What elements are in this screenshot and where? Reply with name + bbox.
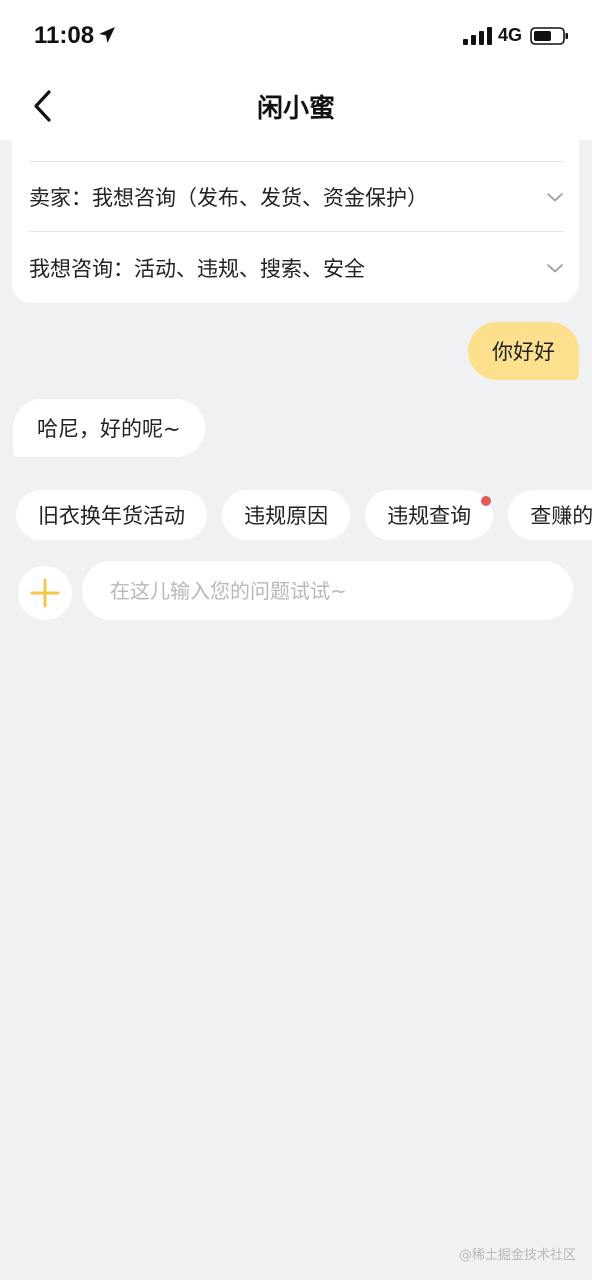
plus-icon xyxy=(30,578,60,608)
notification-dot xyxy=(481,496,492,506)
battery-icon xyxy=(530,27,568,45)
message-input-box xyxy=(82,561,573,620)
nav-bar: 闲小蜜 xyxy=(0,72,592,140)
bot-message-bubble: 哈尼，好的呢~ xyxy=(13,399,205,457)
chevron-down-icon xyxy=(547,264,563,273)
message-input[interactable] xyxy=(82,561,573,620)
status-time: 11:08 xyxy=(34,22,95,49)
watermark: @稀土掘金技术社区 xyxy=(458,1248,576,1263)
faq-item-label: 我想咨询：活动、违规、搜索、安全 xyxy=(29,257,365,281)
chip-old-clothes-activity[interactable]: 旧衣换年货活动 xyxy=(16,490,207,540)
signal-icon xyxy=(463,27,492,45)
add-button[interactable] xyxy=(18,566,72,620)
location-arrow-icon xyxy=(99,27,115,43)
chevron-down-icon xyxy=(547,192,563,201)
faq-card: 卖家：我想咨询（发布、发货、资金保护） 我想咨询：活动、违规、搜索、安全 xyxy=(12,140,579,303)
chip-label: 违规原因 xyxy=(244,504,329,528)
faq-item-seller[interactable]: 卖家：我想咨询（发布、发货、资金保护） xyxy=(29,162,564,232)
chip-violation-reason[interactable]: 违规原因 xyxy=(222,490,351,540)
user-message-bubble: 你好好 xyxy=(468,322,579,380)
chip-violation-query[interactable]: 违规查询 xyxy=(365,490,494,540)
chip-label: 违规查询 xyxy=(387,504,472,528)
page-title: 闲小蜜 xyxy=(256,94,335,124)
quick-reply-chips: 旧衣换年货活动 违规原因 违规查询 查赚的 xyxy=(16,490,592,542)
faq-item-label: 卖家：我想咨询（发布、发货、资金保护） xyxy=(29,185,428,210)
chip-label: 查赚的 xyxy=(530,504,592,528)
status-bar: 11:08 4G xyxy=(0,0,592,72)
chip-label: 旧衣换年货活动 xyxy=(38,504,185,528)
faq-item-activity[interactable]: 我想咨询：活动、违规、搜索、安全 xyxy=(29,233,564,303)
network-type: 4G xyxy=(498,25,523,45)
chip-earnings-query[interactable]: 查赚的 xyxy=(508,490,592,540)
